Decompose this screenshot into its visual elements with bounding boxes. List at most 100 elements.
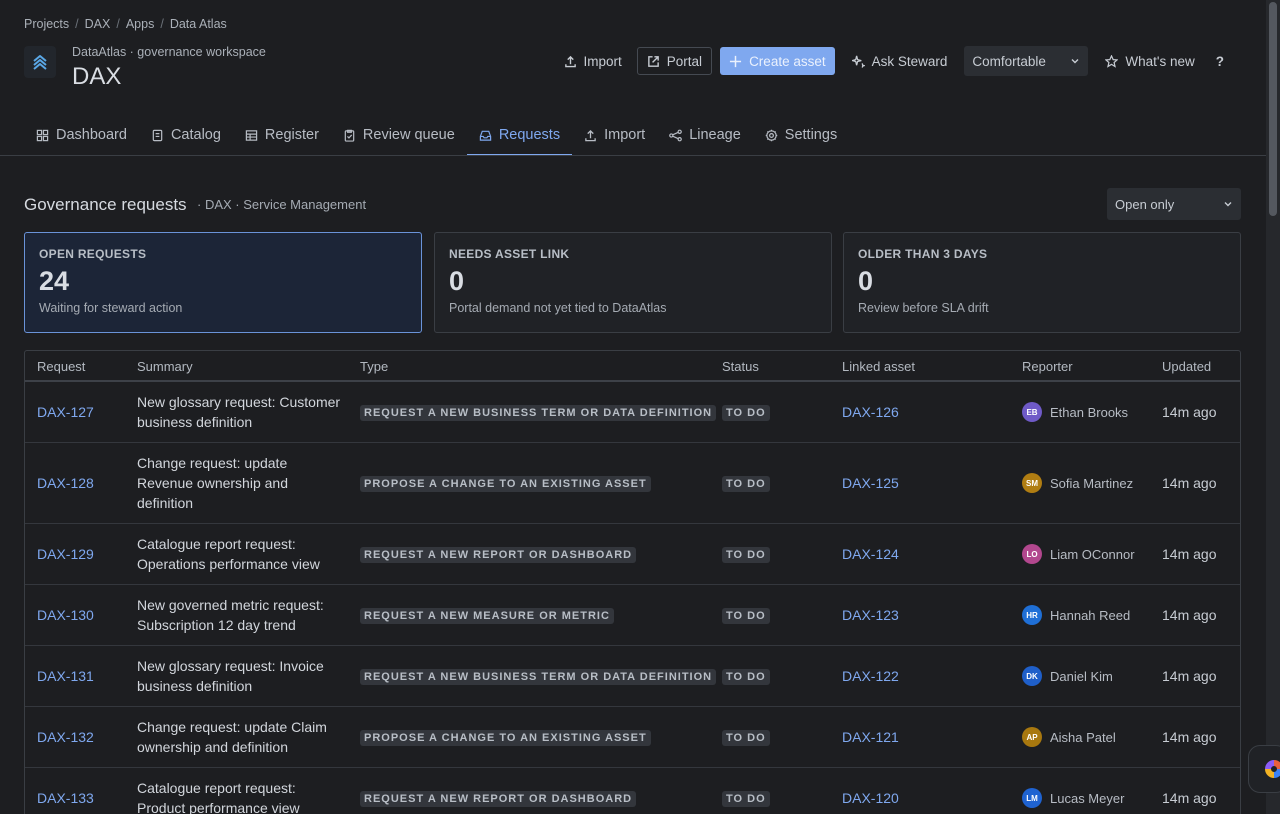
breadcrumb-dax[interactable]: DAX: [85, 17, 111, 31]
status-lozenge: TO DO: [722, 791, 770, 807]
page-scrollbar[interactable]: [1266, 0, 1280, 814]
column-header-type[interactable]: Type: [360, 359, 388, 374]
column-header-status[interactable]: Status: [722, 359, 759, 374]
assistant-launcher-button[interactable]: [1248, 745, 1280, 793]
request-type-lozenge: PROPOSE A CHANGE TO AN EXISTING ASSET: [360, 730, 651, 746]
breadcrumb-data-atlas[interactable]: Data Atlas: [170, 17, 227, 31]
needs-asset-link-card[interactable]: NEEDS ASSET LINK 0 Portal demand not yet…: [434, 232, 832, 333]
reporter-name: Liam OConnor: [1050, 546, 1135, 562]
status-lozenge: TO DO: [722, 405, 770, 421]
reporter[interactable]: DK Daniel Kim: [1022, 666, 1113, 686]
reporter[interactable]: LO Liam OConnor: [1022, 544, 1135, 564]
request-summary[interactable]: New glossary request: Invoice business d…: [137, 656, 347, 696]
status-filter-select[interactable]: Open only: [1107, 188, 1241, 220]
card-value: 24: [39, 266, 70, 296]
create-asset-button[interactable]: Create asset: [720, 47, 835, 75]
section-subtitle: · DAX · Service Management: [197, 197, 367, 212]
request-type: PROPOSE A CHANGE TO AN EXISTING ASSET: [360, 728, 651, 746]
linked-asset-link[interactable]: DAX-125: [842, 475, 899, 491]
request-summary[interactable]: New governed metric request: Subscriptio…: [137, 595, 347, 635]
status-lozenge: TO DO: [722, 669, 770, 685]
header-actions: Import Portal Create asset Ask Steward C…: [555, 46, 1236, 76]
linked-asset-link[interactable]: DAX-126: [842, 404, 899, 420]
density-select[interactable]: Comfortable: [964, 46, 1089, 76]
linked-asset-link[interactable]: DAX-121: [842, 729, 899, 745]
updated-time: 14m ago: [1162, 475, 1217, 491]
linked-asset-link[interactable]: DAX-122: [842, 668, 899, 684]
updated-time: 14m ago: [1162, 546, 1217, 562]
table-row[interactable]: DAX-128 Change request: update Revenue ow…: [25, 443, 1240, 524]
table-row[interactable]: DAX-133 Catalogue report request: Product…: [25, 768, 1240, 814]
table-row[interactable]: DAX-131 New glossary request: Invoice bus…: [25, 646, 1240, 707]
request-type: PROPOSE A CHANGE TO AN EXISTING ASSET: [360, 474, 651, 492]
avatar: HR: [1022, 605, 1042, 625]
column-header-request[interactable]: Request: [37, 359, 85, 374]
ask-steward-button[interactable]: Ask Steward: [843, 47, 957, 75]
tab-label: Catalog: [170, 127, 221, 143]
tab-catalog[interactable]: Catalog: [139, 117, 233, 156]
card-label: OPEN REQUESTS: [39, 247, 147, 261]
tab-register[interactable]: Register: [233, 117, 331, 156]
request-key-link[interactable]: DAX-130: [37, 607, 94, 623]
request-summary[interactable]: Change request: update Revenue ownership…: [137, 453, 347, 513]
request-type: REQUEST A NEW REPORT OR DASHBOARD: [360, 545, 637, 563]
request-key-link[interactable]: DAX-129: [37, 546, 94, 562]
table-body: DAX-127 New glossary request: Customer bu…: [25, 382, 1240, 814]
table-row[interactable]: DAX-129 Catalogue report request: Operati…: [25, 524, 1240, 585]
table-row[interactable]: DAX-132 Change request: update Claim owne…: [25, 707, 1240, 768]
linked-asset-link[interactable]: DAX-123: [842, 607, 899, 623]
tab-review-queue[interactable]: Review queue: [331, 117, 467, 156]
upload-icon: [564, 55, 576, 67]
request-summary[interactable]: Catalogue report request: Operations per…: [137, 534, 347, 574]
linked-asset-link[interactable]: DAX-120: [842, 790, 899, 806]
reporter[interactable]: LM Lucas Meyer: [1022, 788, 1124, 808]
older-than-3-days-card[interactable]: OLDER THAN 3 DAYS 0 Review before SLA dr…: [843, 232, 1241, 333]
request-key-link[interactable]: DAX-128: [37, 475, 94, 491]
reporter-name: Ethan Brooks: [1050, 404, 1129, 420]
column-header-linked-asset[interactable]: Linked asset: [842, 359, 915, 374]
tab-label: Requests: [498, 127, 561, 143]
tab-requests[interactable]: Requests: [466, 117, 573, 156]
card-label: OLDER THAN 3 DAYS: [858, 247, 988, 261]
request-key-link[interactable]: DAX-132: [37, 729, 94, 745]
reporter[interactable]: AP Aisha Patel: [1022, 727, 1116, 747]
request-key-link[interactable]: DAX-127: [37, 404, 94, 420]
request-key-link[interactable]: DAX-133: [37, 790, 94, 806]
tab-import[interactable]: Import: [572, 117, 657, 156]
tab-settings[interactable]: Settings: [753, 117, 849, 156]
request-summary[interactable]: Change request: update Claim ownership a…: [137, 717, 347, 757]
breadcrumb-apps[interactable]: Apps: [126, 17, 155, 31]
request-summary[interactable]: New glossary request: Customer business …: [137, 392, 347, 432]
portal-button[interactable]: Portal: [636, 47, 713, 75]
request-type-lozenge: REQUEST A NEW BUSINESS TERM OR DATA DEFI…: [360, 405, 717, 421]
column-header-summary[interactable]: Summary: [137, 359, 193, 374]
linked-asset-link[interactable]: DAX-124: [842, 546, 899, 562]
tab-lineage[interactable]: Lineage: [657, 117, 753, 156]
reporter[interactable]: EB Ethan Brooks: [1022, 402, 1128, 422]
column-header-updated[interactable]: Updated: [1162, 359, 1211, 374]
page-title: DAX: [72, 63, 122, 90]
reporter[interactable]: HR Hannah Reed: [1022, 605, 1130, 625]
card-description: Review before SLA drift: [858, 301, 989, 315]
assistant-logo-icon: [1265, 760, 1280, 778]
density-select-value: Comfortable: [972, 53, 1046, 69]
reporter-name: Aisha Patel: [1050, 729, 1116, 745]
breadcrumb: Projects / DAX / Apps / Data Atlas: [24, 17, 227, 31]
tab-dashboard[interactable]: Dashboard: [24, 117, 139, 156]
request-key-link[interactable]: DAX-131: [37, 668, 94, 684]
scrollbar-thumb[interactable]: [1269, 2, 1277, 216]
request-type: REQUEST A NEW BUSINESS TERM OR DATA DEFI…: [360, 403, 717, 421]
table-row[interactable]: DAX-127 New glossary request: Customer bu…: [25, 382, 1240, 443]
table-row[interactable]: DAX-130 New governed metric request: Subs…: [25, 585, 1240, 646]
request-status: TO DO: [722, 728, 770, 746]
help-button[interactable]: ?: [1204, 47, 1236, 75]
open-requests-card[interactable]: OPEN REQUESTS 24 Waiting for steward act…: [24, 232, 422, 333]
reporter[interactable]: SM Sofia Martinez: [1022, 473, 1133, 493]
request-type-lozenge: REQUEST A NEW MEASURE OR METRIC: [360, 608, 614, 624]
column-header-reporter[interactable]: Reporter: [1022, 359, 1073, 374]
whats-new-button[interactable]: What's new: [1096, 47, 1203, 75]
request-summary[interactable]: Catalogue report request: Product perfor…: [137, 778, 347, 814]
breadcrumb-projects[interactable]: Projects: [24, 17, 69, 31]
import-button[interactable]: Import: [555, 47, 631, 75]
request-type-lozenge: REQUEST A NEW BUSINESS TERM OR DATA DEFI…: [360, 669, 717, 685]
